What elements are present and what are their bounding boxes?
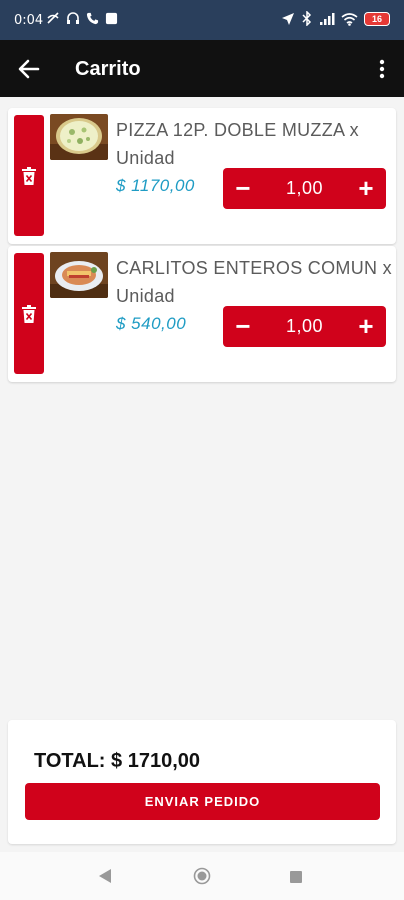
order-total: TOTAL: $ 1710,00 [34, 750, 200, 772]
cell-signal-icon [320, 12, 335, 25]
app-bar: Carrito [0, 40, 404, 97]
app-square-icon [105, 12, 118, 24]
increase-quantity-button[interactable]: + [346, 168, 386, 209]
product-price: $ 1170,00 [116, 176, 195, 195]
quantity-stepper: − 1,00 + [223, 168, 386, 209]
status-time: 0:04 [14, 13, 44, 28]
order-summary: TOTAL: $ 1710,00 ENVIAR PEDIDO [8, 720, 396, 844]
quantity-value: 1,00 [285, 316, 324, 336]
product-image-pizza [50, 114, 108, 160]
nav-back-icon[interactable] [98, 868, 112, 884]
cart-item: PIZZA 12P. DOBLE MUZZA x Unidad $ 1170,0… [8, 108, 396, 244]
product-name: CARLITOS ENTEROS COMUN x Unidad [116, 258, 392, 306]
quantity-value: 1,00 [285, 178, 324, 198]
increase-quantity-button[interactable]: + [346, 306, 386, 347]
arrow-left-icon [18, 59, 40, 79]
page-title: Carrito [75, 58, 141, 80]
product-image-sandwich [50, 252, 108, 298]
delete-item-button[interactable] [14, 115, 44, 236]
bluetooth-icon [302, 11, 312, 26]
delete-item-button[interactable] [14, 253, 44, 374]
back-button[interactable] [14, 54, 44, 84]
send-order-button[interactable]: ENVIAR PEDIDO [25, 783, 380, 820]
product-price: $ 540,00 [116, 314, 187, 333]
battery-icon: 16 [364, 11, 390, 26]
overflow-menu-button[interactable] [370, 54, 394, 84]
headset-icon [67, 12, 79, 24]
status-bar: 0:04 16 [0, 0, 404, 40]
decrease-quantity-button[interactable]: − [223, 306, 263, 347]
cart-item: CARLITOS ENTEROS COMUN x Unidad $ 540,00… [8, 246, 396, 382]
nav-home-icon[interactable] [193, 867, 211, 885]
quantity-stepper: − 1,00 + [223, 306, 386, 347]
status-notification-icons [46, 11, 118, 25]
more-vertical-icon [379, 59, 385, 79]
decrease-quantity-button[interactable]: − [223, 168, 263, 209]
status-system-icons: 16 [281, 11, 390, 26]
system-nav-bar [0, 852, 404, 900]
product-name: PIZZA 12P. DOBLE MUZZA x Unidad [116, 120, 359, 168]
trash-icon [22, 166, 36, 185]
wifi-icon [341, 12, 358, 26]
location-icon [282, 12, 294, 25]
trash-icon [22, 304, 36, 323]
signal-off-icon [47, 12, 59, 24]
phone-icon [86, 12, 99, 24]
nav-recents-icon[interactable] [290, 871, 302, 883]
